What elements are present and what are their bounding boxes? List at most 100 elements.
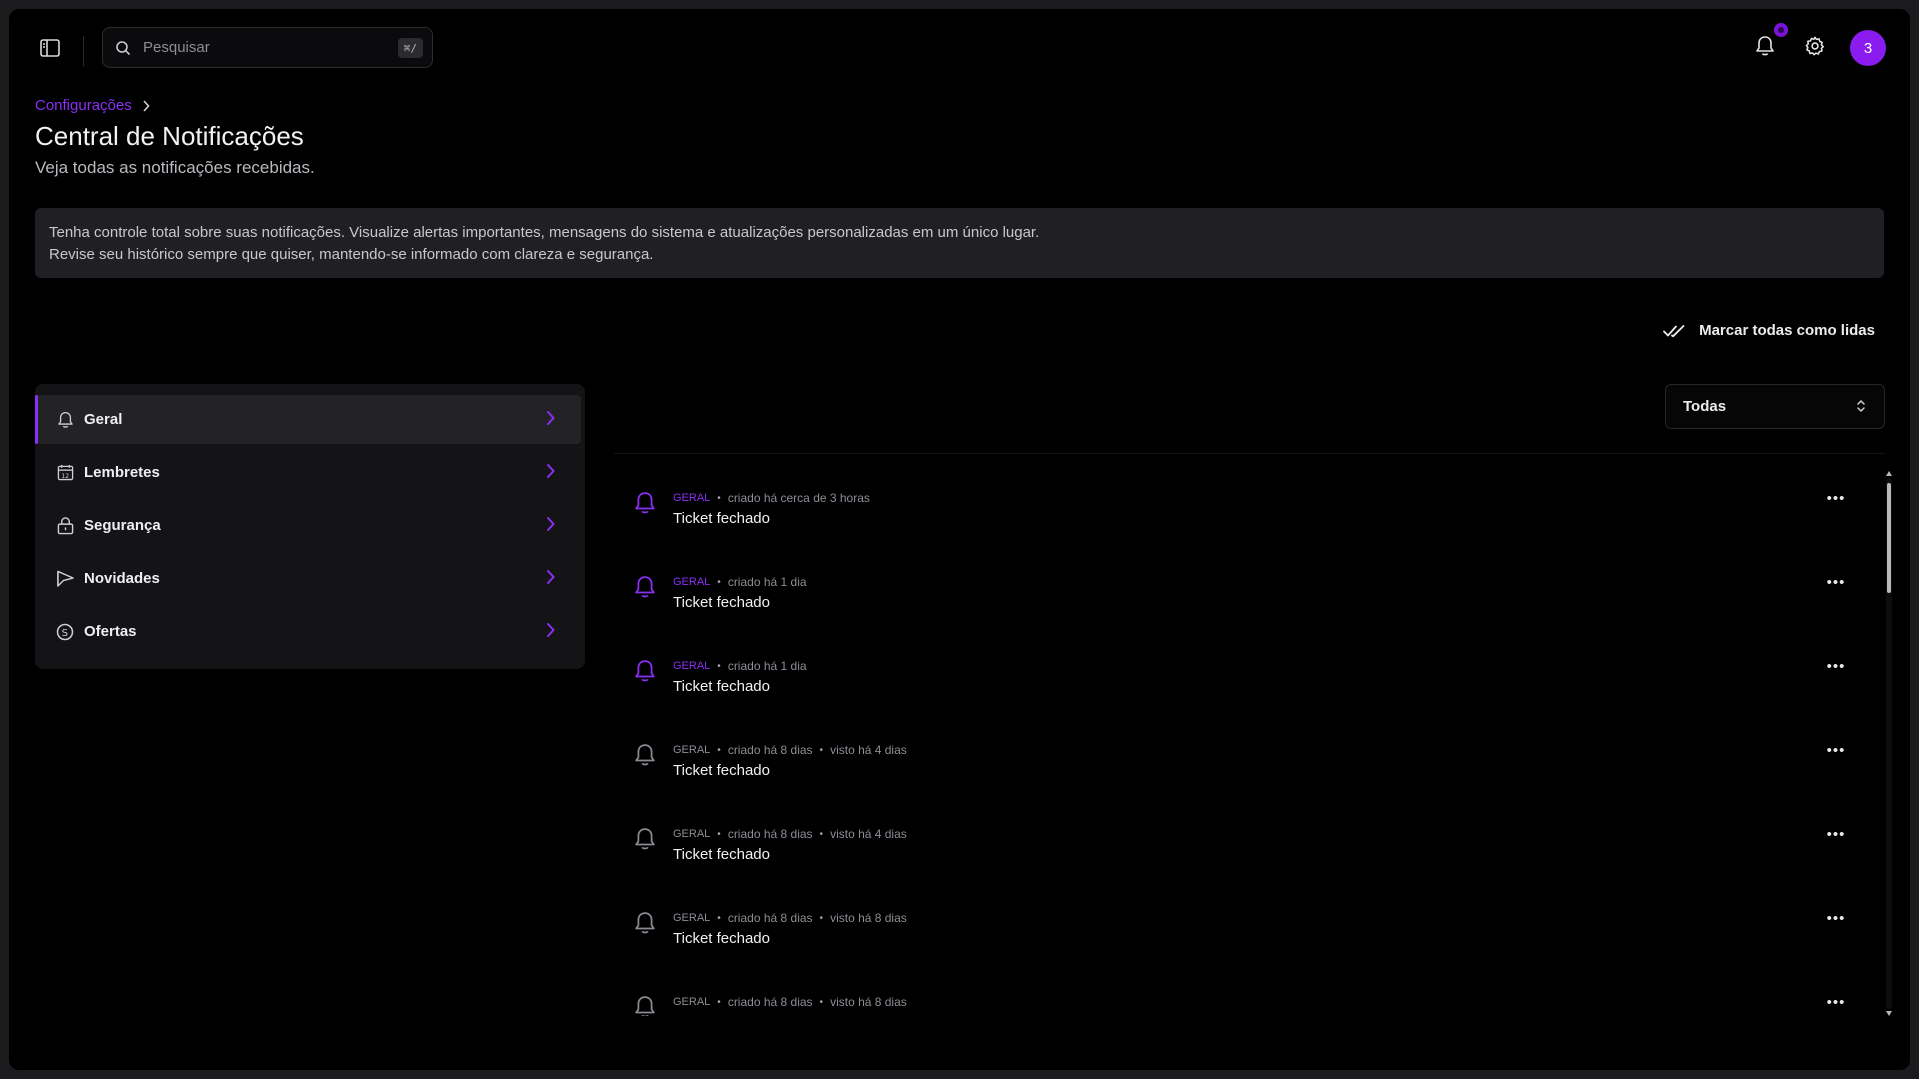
- read-bell-icon: [634, 910, 656, 941]
- notification-title: Ticket fechado: [673, 594, 770, 611]
- double-check-icon: [1663, 324, 1685, 337]
- filter-select[interactable]: Todas: [1665, 384, 1885, 429]
- notification-meta: GERAL • criado há 1 dia: [673, 659, 807, 673]
- unread-bell-icon: [634, 490, 656, 521]
- notification-category-tag: GERAL: [673, 492, 711, 504]
- notification-category-tag: GERAL: [673, 576, 711, 588]
- sidebar-toggle-icon[interactable]: [36, 34, 64, 62]
- chevron-right-icon: [547, 464, 555, 478]
- category-item-geral[interactable]: Geral: [35, 395, 581, 444]
- notification-meta: GERAL • criado há 8 dias • visto há 8 di…: [673, 995, 907, 1009]
- notification-created-time: criado há cerca de 3 horas: [727, 491, 870, 505]
- mark-all-read-label: Marcar todas como lidas: [1699, 322, 1875, 339]
- category-list: Geral 12 Lembretes Segurança Novidades S…: [35, 384, 585, 669]
- coin-icon: S: [55, 622, 75, 642]
- notification-title: Ticket fechado: [673, 678, 770, 695]
- notification-item[interactable]: GERAL • criado há 8 dias • visto há 4 di…: [614, 723, 1864, 807]
- notification-category-tag: GERAL: [673, 744, 711, 756]
- megaphone-icon: [55, 569, 75, 589]
- app-window: ⌘/ 3 Configurações Central de Notificaçõ…: [9, 9, 1910, 1070]
- svg-text:12: 12: [61, 473, 69, 480]
- read-bell-icon: [634, 742, 656, 773]
- scrollbar-thumb[interactable]: [1887, 483, 1891, 593]
- more-options-icon[interactable]: •••: [1822, 487, 1850, 509]
- chevron-up-down-icon: [1857, 399, 1865, 413]
- meta-separator: •: [717, 744, 721, 756]
- avatar[interactable]: 3: [1850, 30, 1886, 66]
- category-item-lembretes[interactable]: 12 Lembretes: [37, 448, 581, 497]
- meta-separator: •: [717, 576, 721, 588]
- more-options-icon[interactable]: •••: [1822, 739, 1850, 761]
- top-bar: ⌘/ 3: [9, 9, 1910, 83]
- notification-category-tag: GERAL: [673, 828, 711, 840]
- notification-item[interactable]: GERAL • criado há 1 dia Ticket fechado •…: [614, 555, 1864, 639]
- unread-bell-icon: [634, 574, 656, 605]
- more-options-icon[interactable]: •••: [1822, 571, 1850, 593]
- search-shortcut-badge: ⌘/: [397, 38, 423, 58]
- page-title: Central de Notificações: [35, 121, 304, 151]
- notification-created-time: criado há 1 dia: [727, 575, 807, 589]
- breadcrumb-link-configuracoes[interactable]: Configurações: [35, 97, 132, 114]
- meta-separator: •: [717, 996, 721, 1008]
- notification-created-time: criado há 8 dias: [727, 827, 813, 841]
- more-options-icon[interactable]: •••: [1822, 991, 1850, 1013]
- chevron-right-icon: [547, 411, 555, 425]
- scroll-up-arrow[interactable]: [1886, 471, 1892, 476]
- settings-button[interactable]: [1800, 31, 1830, 61]
- notification-title: Ticket fechado: [673, 846, 770, 863]
- info-text-line-2: Revise seu histórico sempre que quiser, …: [49, 246, 654, 263]
- info-text-line-1: Tenha controle total sobre suas notifica…: [49, 224, 1040, 241]
- search-box[interactable]: ⌘/: [102, 27, 433, 68]
- chevron-right-icon: [547, 623, 555, 637]
- gear-icon: [1805, 36, 1825, 56]
- notification-category-tag: GERAL: [673, 912, 711, 924]
- divider: [83, 36, 84, 66]
- chevron-right-icon: [143, 99, 150, 112]
- category-label: Geral: [84, 411, 123, 428]
- search-input[interactable]: [143, 39, 373, 56]
- lock-icon: [55, 516, 75, 536]
- bell-icon: [55, 410, 75, 430]
- more-options-icon[interactable]: •••: [1822, 655, 1850, 677]
- read-bell-icon: [634, 826, 656, 857]
- search-icon: [116, 40, 131, 55]
- notification-item[interactable]: GERAL • criado há 8 dias • visto há 4 di…: [614, 807, 1864, 891]
- notification-item[interactable]: GERAL • criado há 8 dias • visto há 8 di…: [614, 975, 1864, 1016]
- category-item-ofertas[interactable]: S Ofertas: [37, 607, 581, 656]
- bell-icon: [1756, 36, 1774, 56]
- notification-created-time: criado há 8 dias: [727, 995, 813, 1009]
- notification-item[interactable]: GERAL • criado há 8 dias • visto há 8 di…: [614, 891, 1864, 975]
- category-item-seguranca[interactable]: Segurança: [37, 501, 581, 550]
- notification-created-time: criado há 8 dias: [727, 743, 813, 757]
- notification-seen-time: visto há 4 dias: [830, 743, 907, 757]
- scrollbar[interactable]: [1885, 471, 1893, 1016]
- more-options-icon[interactable]: •••: [1822, 823, 1850, 845]
- notification-seen-time: visto há 8 dias: [830, 911, 907, 925]
- meta-separator: •: [819, 996, 824, 1008]
- filter-selected-value: Todas: [1683, 398, 1727, 415]
- notification-list: GERAL • criado há cerca de 3 horas Ticke…: [614, 471, 1864, 1016]
- notification-item[interactable]: GERAL • criado há cerca de 3 horas Ticke…: [614, 471, 1864, 555]
- notification-seen-time: visto há 4 dias: [830, 827, 907, 841]
- meta-separator: •: [717, 912, 721, 924]
- notification-meta: GERAL • criado há cerca de 3 horas: [673, 491, 870, 505]
- notification-title: Ticket fechado: [673, 762, 770, 779]
- read-bell-icon: [634, 994, 656, 1016]
- info-banner: Tenha controle total sobre suas notifica…: [35, 208, 1884, 278]
- category-label: Segurança: [84, 517, 161, 534]
- notification-item[interactable]: GERAL • criado há 1 dia Ticket fechado •…: [614, 639, 1864, 723]
- meta-separator: •: [717, 828, 721, 840]
- more-options-icon[interactable]: •••: [1822, 907, 1850, 929]
- notification-seen-time: visto há 8 dias: [830, 995, 907, 1009]
- mark-all-read-button[interactable]: Marcar todas como lidas: [1663, 322, 1875, 339]
- meta-separator: •: [717, 660, 721, 672]
- notification-created-time: criado há 1 dia: [727, 659, 807, 673]
- chevron-right-icon: [547, 570, 555, 584]
- notification-title: Ticket fechado: [673, 510, 770, 527]
- notification-category-tag: GERAL: [673, 996, 711, 1008]
- category-item-novidades[interactable]: Novidades: [37, 554, 581, 603]
- scroll-down-arrow[interactable]: [1886, 1011, 1892, 1016]
- chevron-right-icon: [547, 517, 555, 531]
- notification-dot-badge: [1771, 20, 1791, 40]
- meta-separator: •: [819, 744, 824, 756]
